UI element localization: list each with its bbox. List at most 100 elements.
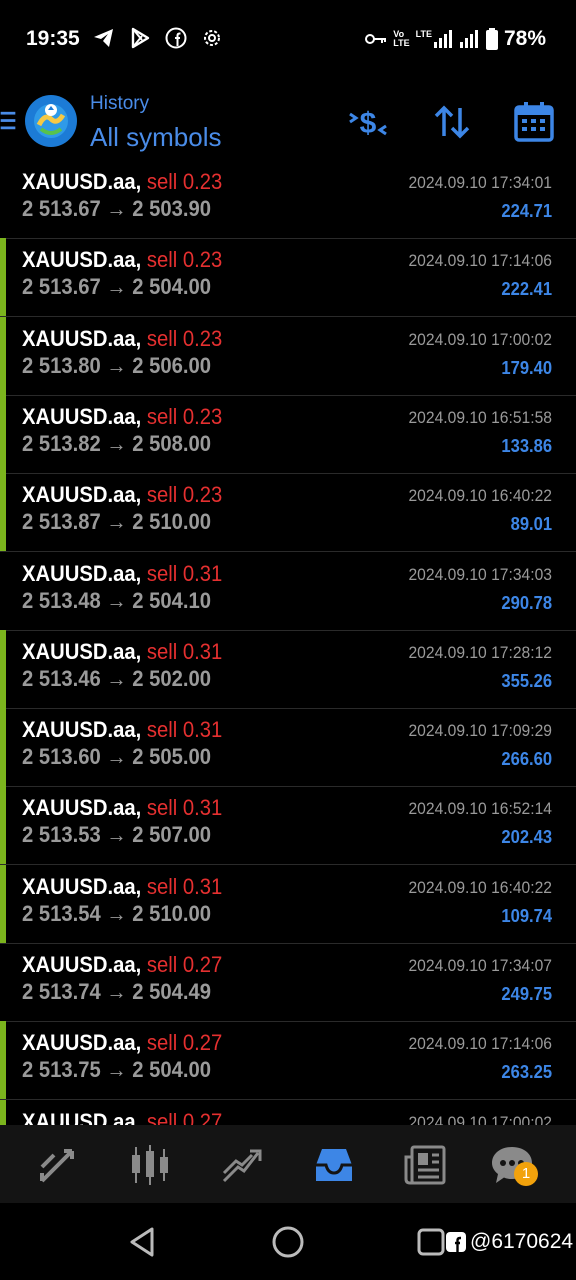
row-time: 2024.09.10 16:52:14 — [408, 799, 552, 819]
row-symbol: XAUUSD.aa, sell 0.27 — [22, 1109, 222, 1125]
trade-row[interactable]: XAUUSD.aa, sell 0.27 2024.09.10 17:00:02 — [0, 1099, 576, 1125]
row-time: 2024.09.10 17:14:06 — [408, 251, 552, 271]
row-time: 2024.09.10 17:00:02 — [408, 329, 552, 349]
inbox-icon[interactable] — [312, 1143, 356, 1187]
sort-icon[interactable] — [430, 100, 474, 144]
row-symbol: XAUUSD.aa, sell 0.27 — [22, 1030, 222, 1056]
row-profit: 266.60 — [501, 749, 552, 770]
row-time: 2024.09.10 17:09:29 — [408, 721, 552, 741]
menu-icon[interactable] — [0, 110, 16, 132]
calendar-icon[interactable] — [512, 100, 556, 144]
trade-side: sell 0.31 — [146, 795, 223, 821]
symbol-name: XAUUSD.aa, — [22, 795, 142, 821]
trade-row[interactable]: XAUUSD.aa, sell 0.23 2 513.67 → 2 503.90 2… — [0, 160, 576, 239]
header-title[interactable]: All symbols — [90, 122, 221, 153]
row-prices: 2 513.67 → 2 503.90 — [22, 196, 212, 221]
symbol-name: XAUUSD.aa, — [22, 403, 142, 429]
trade-icon[interactable] — [36, 1143, 80, 1187]
bottom-navigation — [0, 1125, 576, 1203]
chart-icon[interactable] — [128, 1143, 172, 1187]
symbol-name: XAUUSD.aa, — [22, 638, 142, 664]
row-profit: 202.43 — [501, 827, 552, 848]
trade-side: sell 0.31 — [146, 560, 223, 586]
trade-row[interactable]: XAUUSD.aa, sell 0.23 2 513.80 → 2 506.00 2… — [0, 316, 576, 396]
row-prices: 2 513.82 → 2 508.00 — [22, 430, 212, 456]
row-symbol: XAUUSD.aa, sell 0.31 — [22, 874, 222, 900]
symbol-name: XAUUSD.aa, — [22, 325, 142, 351]
row-prices: 2 513.87 → 2 510.00 — [22, 509, 212, 535]
status-time: 19:35 — [26, 27, 80, 50]
history-trend-icon[interactable] — [220, 1143, 264, 1187]
row-time: 2024.09.10 17:00:02 — [408, 1112, 552, 1125]
metatrader-logo-icon[interactable] — [25, 95, 77, 147]
trade-side: sell 0.23 — [146, 325, 223, 351]
trade-row[interactable]: XAUUSD.aa, sell 0.31 2 513.53 → 2 507.00 2… — [0, 786, 576, 866]
trade-side: sell 0.23 — [146, 169, 223, 194]
row-prices: 2 513.48 → 2 504.10 — [22, 587, 212, 613]
row-prices: 2 513.54 → 2 510.00 — [22, 900, 212, 926]
currency-icon[interactable]: $ — [346, 100, 390, 144]
history-list[interactable]: XAUUSD.aa, sell 0.23 2 513.67 → 2 503.90 2… — [0, 160, 576, 1125]
row-accent-bar — [0, 1099, 6, 1125]
recents-icon[interactable] — [416, 1227, 446, 1257]
symbol-name: XAUUSD.aa, — [22, 482, 142, 508]
play-store-icon — [131, 27, 150, 49]
row-accent-bar — [0, 786, 6, 865]
trade-row[interactable]: XAUUSD.aa, sell 0.23 2 513.67 → 2 504.00 2… — [0, 238, 576, 318]
symbol-name: XAUUSD.aa, — [22, 247, 142, 273]
back-icon[interactable] — [126, 1225, 160, 1259]
facebook-icon — [165, 27, 187, 49]
row-profit: 89.01 — [510, 514, 552, 535]
row-accent-bar — [0, 394, 6, 473]
trade-row[interactable]: XAUUSD.aa, sell 0.31 2 513.54 → 2 510.00 2… — [0, 864, 576, 944]
trade-row[interactable]: XAUUSD.aa, sell 0.27 2 513.75 → 2 504.00 2… — [0, 1021, 576, 1101]
symbol-name: XAUUSD.aa, — [22, 560, 142, 586]
news-icon[interactable] — [404, 1143, 448, 1187]
row-time: 2024.09.10 17:14:06 — [408, 1034, 552, 1054]
row-symbol: XAUUSD.aa, sell 0.23 — [22, 247, 222, 273]
signal-icon — [459, 30, 478, 48]
lte-label: LTE — [415, 29, 432, 39]
row-accent-bar — [0, 316, 6, 395]
svg-text:$: $ — [360, 107, 377, 140]
row-prices: 2 513.74 → 2 504.49 — [22, 979, 212, 1004]
trade-row[interactable]: XAUUSD.aa, sell 0.31 2 513.48 → 2 504.10 2… — [0, 552, 576, 631]
row-prices: 2 513.53 → 2 507.00 — [22, 822, 212, 848]
trade-row[interactable]: XAUUSD.aa, sell 0.23 2 513.82 → 2 508.00 2… — [0, 394, 576, 474]
row-symbol: XAUUSD.aa, sell 0.27 — [22, 952, 222, 978]
trade-side: sell 0.23 — [146, 247, 223, 273]
symbol-name: XAUUSD.aa, — [22, 952, 142, 977]
row-symbol: XAUUSD.aa, sell 0.23 — [22, 404, 222, 430]
trade-row[interactable]: XAUUSD.aa, sell 0.23 2 513.87 → 2 510.00 2… — [0, 473, 576, 553]
row-prices: 2 513.60 → 2 505.00 — [22, 744, 212, 770]
vpn-key-icon — [365, 34, 387, 44]
volte-bottom-text: LTE — [393, 38, 410, 48]
trade-row[interactable]: XAUUSD.aa, sell 0.27 2 513.74 → 2 504.49 2… — [0, 943, 576, 1022]
row-profit: 224.71 — [501, 201, 552, 221]
row-symbol: XAUUSD.aa, sell 0.31 — [22, 639, 222, 665]
watermark: @6170624 — [446, 1230, 573, 1254]
trade-row[interactable]: XAUUSD.aa, sell 0.31 2 513.46 → 2 502.00 2… — [0, 629, 576, 709]
symbol-name: XAUUSD.aa, — [22, 1108, 142, 1125]
volte-icon: Vo LTE — [393, 30, 409, 48]
trade-side: sell 0.27 — [146, 952, 223, 977]
status-right: Vo LTE LTE 78% — [365, 27, 546, 51]
telegram-icon — [94, 29, 113, 47]
symbol-name: XAUUSD.aa, — [22, 873, 142, 899]
row-accent-bar — [0, 864, 6, 943]
trade-side: sell 0.31 — [146, 873, 223, 899]
chat-badge: 1 — [514, 1162, 538, 1186]
facebook-watermark-icon — [446, 1232, 466, 1252]
symbol-name: XAUUSD.aa, — [22, 1030, 142, 1056]
row-accent-bar — [0, 629, 6, 708]
row-time: 2024.09.10 16:51:58 — [408, 407, 552, 427]
row-profit: 109.74 — [501, 905, 552, 926]
trade-row[interactable]: XAUUSD.aa, sell 0.31 2 513.60 → 2 505.00 2… — [0, 708, 576, 788]
trade-side: sell 0.31 — [146, 717, 223, 743]
row-accent-bar — [0, 1021, 6, 1100]
status-left-icons — [92, 26, 224, 50]
home-icon[interactable] — [270, 1224, 306, 1260]
trade-side: sell 0.23 — [146, 403, 223, 429]
row-profit: 179.40 — [501, 357, 552, 378]
trade-side: sell 0.27 — [146, 1108, 223, 1125]
